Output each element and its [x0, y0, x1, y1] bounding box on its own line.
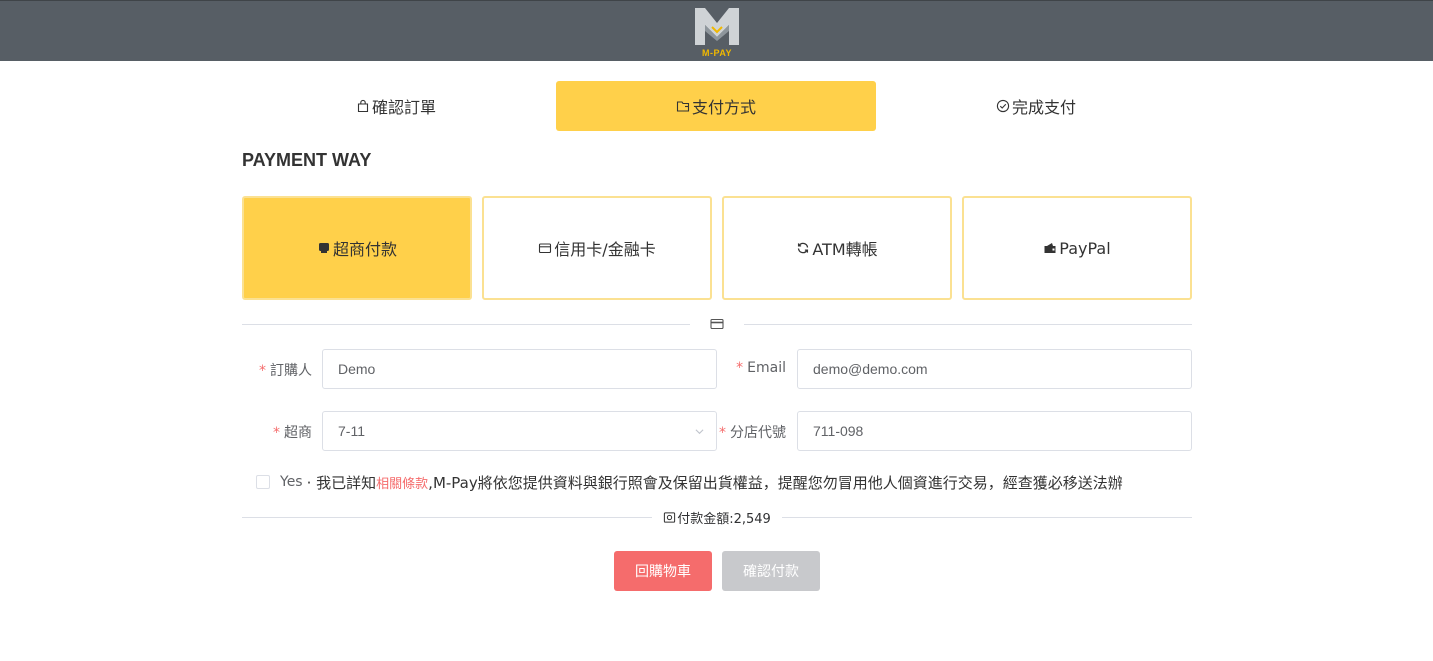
email-label: * Email	[728, 360, 786, 376]
divider-line	[242, 324, 690, 325]
divider-line	[744, 324, 1192, 325]
buyer-label-text: 訂購人	[270, 363, 312, 379]
wallet-icon	[676, 101, 690, 112]
logo-mark-icon	[695, 8, 739, 45]
buyer-label: * 訂購人	[256, 360, 312, 380]
logo-text: M-PAY	[701, 48, 732, 58]
step-label: 確認訂單	[371, 98, 436, 117]
credit-card-icon	[710, 318, 724, 330]
method-label: 超商付款	[332, 240, 397, 259]
store-label: * 超商	[256, 422, 312, 442]
method-credit-card[interactable]: 信用卡/金融卡	[482, 196, 712, 300]
branch-label-text: 分店代號	[730, 425, 786, 441]
method-paypal[interactable]: PayPal	[962, 196, 1192, 300]
refresh-icon	[798, 242, 809, 254]
store-icon	[318, 243, 329, 253]
email-label-text: Email	[747, 360, 786, 376]
top-header: M-PAY	[0, 0, 1433, 61]
check-circle-icon	[996, 99, 1010, 113]
step-confirm-order: 確認訂單	[236, 81, 556, 131]
store-select-value: 7-11	[338, 423, 365, 439]
store-select[interactable]: 7-11	[322, 411, 717, 451]
agree-yes-label[interactable]: Yes	[280, 474, 303, 490]
branch-label: * 分店代號	[716, 422, 786, 442]
money-icon	[664, 511, 676, 523]
required-mark: *	[273, 425, 280, 441]
shopping-bag-icon	[357, 99, 369, 113]
terms-link[interactable]: 相關條款	[376, 473, 428, 492]
mpay-logo: M-PAY	[692, 5, 742, 59]
buyer-name-input[interactable]: Demo	[322, 349, 717, 389]
required-mark: *	[719, 425, 726, 441]
store-label-text: 超商	[284, 425, 312, 441]
agree-checkbox[interactable]	[256, 475, 270, 489]
required-mark: *	[736, 360, 744, 376]
agree-text-after: ,M-Pay將依您提供資料與銀行照會及保留出貨權益，提醒您勿冒用他人個資進行交易…	[428, 473, 1123, 492]
step-label: 支付方式	[691, 98, 756, 117]
step-payment-method: 支付方式	[556, 81, 876, 131]
back-to-cart-button[interactable]: 回購物車	[614, 551, 712, 591]
step-payment-complete: 完成支付	[876, 81, 1196, 131]
agreement-row: Yes · 我已詳知 相關條款 ,M-Pay將依您提供資料與銀行照會及保留出貨權…	[256, 472, 1123, 492]
branch-code-input[interactable]: 711-098	[797, 411, 1192, 451]
method-atm-transfer[interactable]: ATM轉帳	[722, 196, 952, 300]
email-input[interactable]: demo@demo.com	[797, 349, 1192, 389]
method-label: 信用卡/金融卡	[554, 240, 656, 259]
step-label: 完成支付	[1011, 98, 1076, 117]
chevron-down-icon	[695, 429, 704, 435]
payment-amount: 付款金額:2,549	[652, 507, 782, 527]
payment-amount-text: 付款金額:2,549	[677, 511, 771, 527]
required-mark: *	[259, 363, 266, 379]
agree-text-before: · 我已詳知	[306, 473, 377, 492]
confirm-payment-button[interactable]: 確認付款	[722, 551, 820, 591]
method-convenience-store[interactable]: 超商付款	[242, 196, 472, 300]
credit-card-icon	[539, 243, 552, 254]
method-label: PayPal	[1059, 238, 1111, 258]
section-title: PAYMENT WAY	[242, 150, 372, 170]
wallet-icon	[1044, 243, 1056, 253]
method-label: ATM轉帳	[812, 240, 878, 259]
